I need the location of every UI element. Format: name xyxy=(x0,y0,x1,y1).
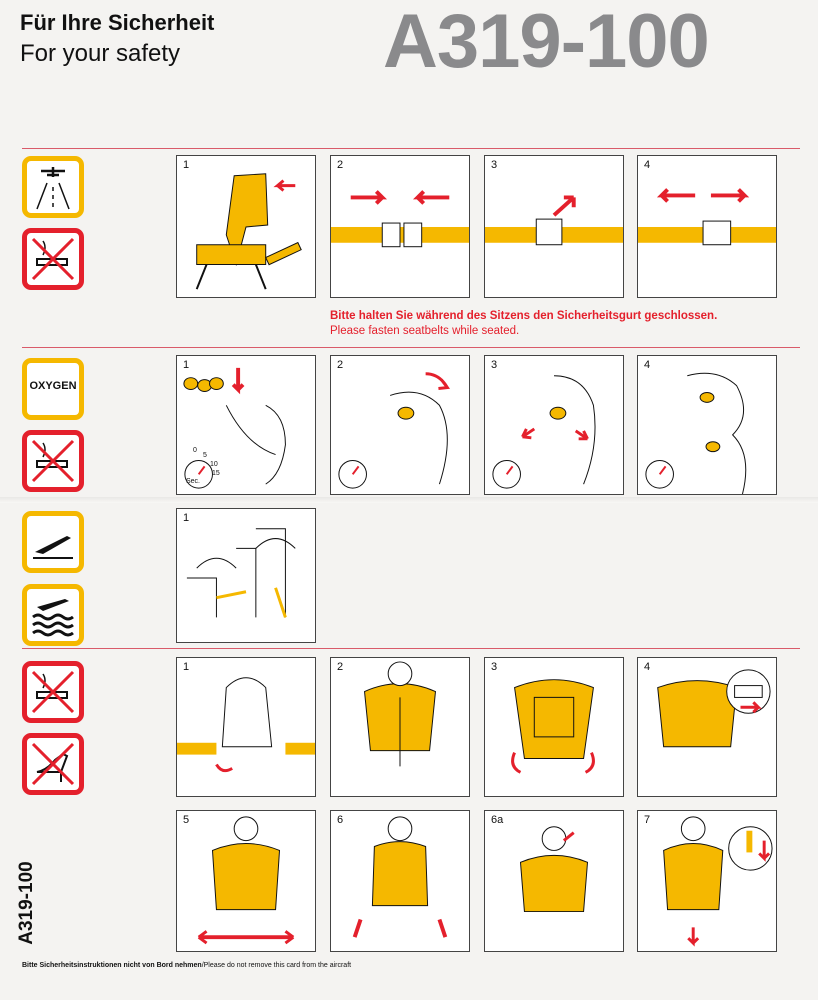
lifevest-step-panel: 2 xyxy=(330,657,470,797)
oxygen-step-panel: 4 xyxy=(637,355,777,495)
seatbelt-step-panel: 2 xyxy=(330,155,470,298)
footer-german: Bitte Sicherheitsinstruktionen nicht von… xyxy=(22,962,202,969)
seatbelt-notice-german: Bitte halten Sie während des Sitzens den… xyxy=(330,310,718,322)
no-high-heels-icon xyxy=(22,733,84,795)
timer-tick: 10 xyxy=(210,461,218,468)
brace-position-panel: 1 xyxy=(176,508,316,643)
emergency-landing-icon xyxy=(22,511,84,573)
fasten-seatbelt-icon xyxy=(22,156,84,218)
timer-tick: 5 xyxy=(203,452,207,459)
footer-english: /Please do not remove this card from the… xyxy=(201,962,352,969)
side-model-label: A319-100 xyxy=(16,861,37,945)
no-smoking-icon xyxy=(22,228,84,290)
divider xyxy=(22,347,800,348)
aircraft-model: A319-100 xyxy=(383,0,710,84)
divider xyxy=(22,648,800,649)
seatbelt-step-panel: 4 xyxy=(637,155,777,298)
lifevest-step-panel: 7 xyxy=(637,810,777,952)
footer-notice: Bitte Sicherheitsinstruktionen nicht von… xyxy=(22,962,351,969)
no-smoking-lifevest-icon xyxy=(22,661,84,723)
oxygen-label: OXYGEN xyxy=(29,380,77,392)
no-smoking-oxygen-icon xyxy=(22,430,84,492)
oxygen-icon: OXYGEN xyxy=(22,358,84,420)
timer-unit: Sec. xyxy=(186,478,201,485)
divider xyxy=(22,148,800,149)
oxygen-step-panel: 2 xyxy=(330,355,470,495)
seatbelt-notice-english: Please fasten seatbelts while seated. xyxy=(330,325,520,337)
lifevest-step-panel: 5 xyxy=(176,810,316,952)
oxygen-step-panel: 3 xyxy=(484,355,624,495)
oxygen-step-panel: 1 xyxy=(176,355,316,495)
timer-tick: 0 xyxy=(193,447,197,454)
seatbelt-step-panel: 3 xyxy=(484,155,624,298)
water-landing-icon xyxy=(22,584,84,646)
title-english: For your safety xyxy=(20,40,181,67)
lifevest-step-panel: 6 xyxy=(330,810,470,952)
lifevest-step-panel: 1 xyxy=(176,657,316,797)
lifevest-step-panel: 6a xyxy=(484,810,624,952)
timer-tick: 15 xyxy=(212,470,220,477)
lifevest-step-panel: 3 xyxy=(484,657,624,797)
card-fold xyxy=(0,497,818,503)
seatbelt-step-panel: 1 xyxy=(176,155,316,298)
title-german: Für Ihre Sicherheit xyxy=(20,10,215,35)
lifevest-step-panel: 4 xyxy=(637,657,777,797)
